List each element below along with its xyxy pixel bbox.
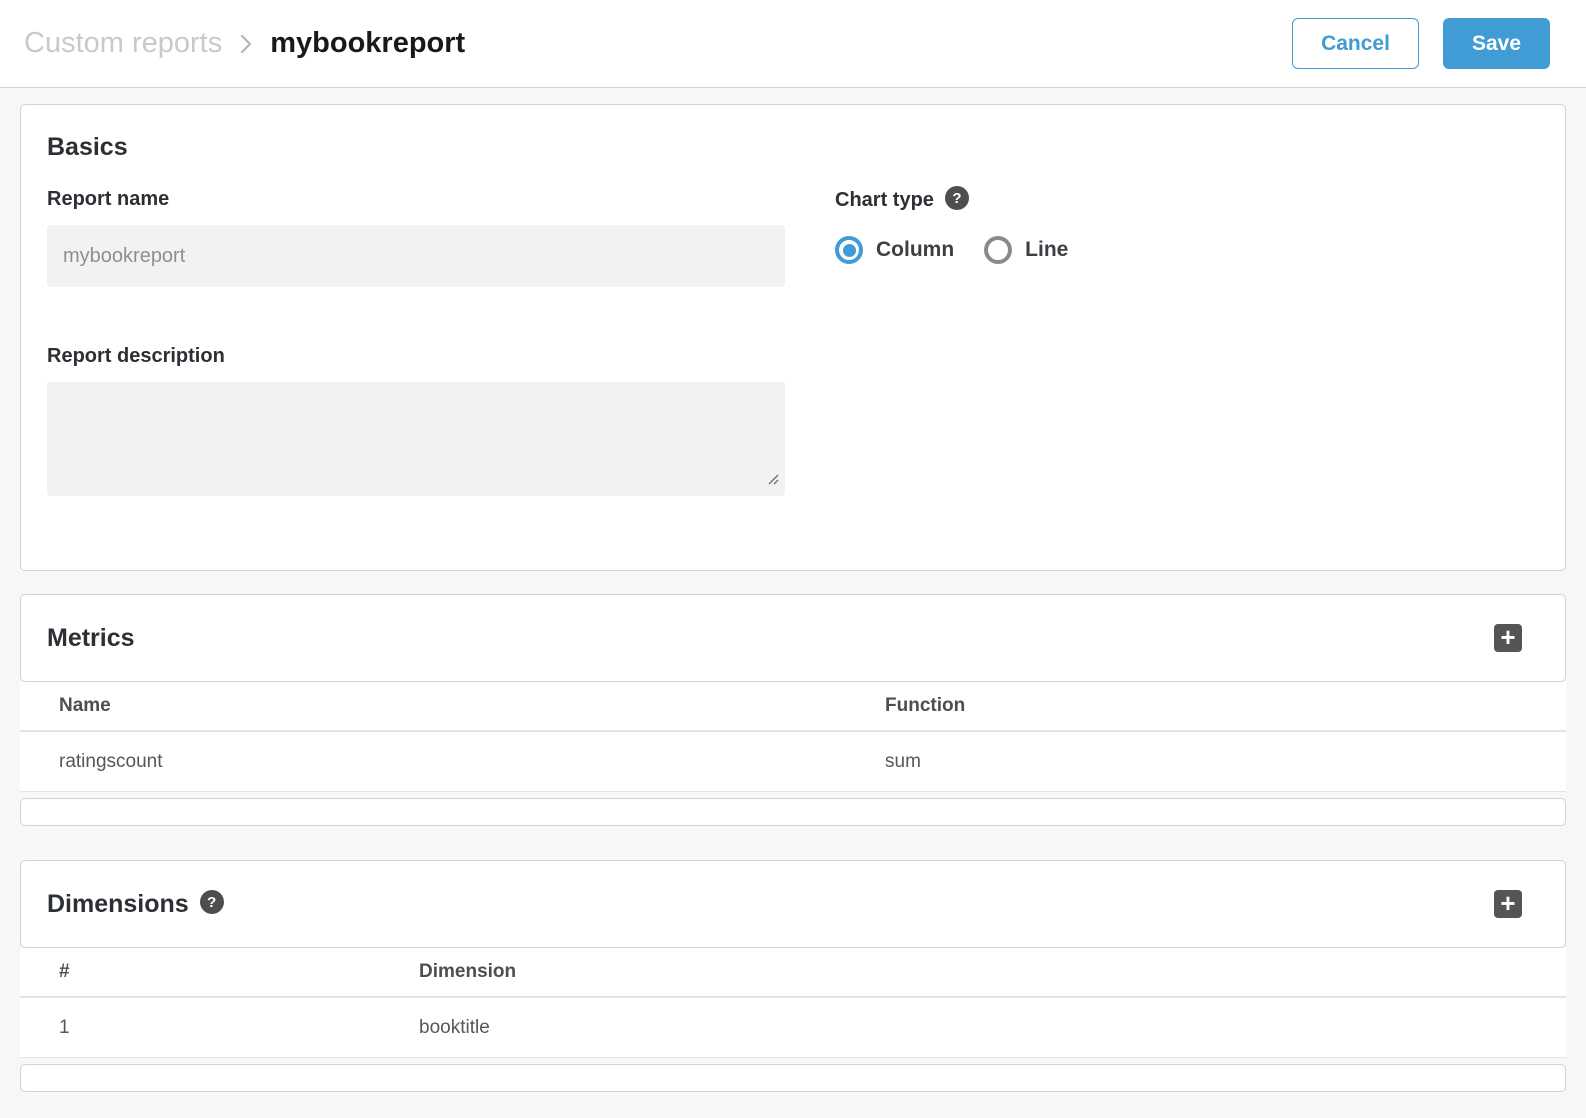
metrics-table: Name Function ratingscount sum	[20, 682, 1566, 792]
metrics-column-name-header: Name	[59, 695, 885, 717]
metrics-section-foot	[20, 798, 1566, 826]
dimension-name-cell: booktitle	[419, 1017, 1566, 1039]
metrics-title: Metrics	[47, 624, 135, 653]
metric-function-cell: sum	[885, 751, 1566, 773]
report-name-input[interactable]	[47, 225, 785, 287]
dimension-index-cell: 1	[59, 1017, 419, 1039]
dimensions-column-index-header: #	[59, 961, 419, 983]
radio-selected-icon	[835, 236, 863, 264]
add-dimension-button[interactable]: +	[1494, 890, 1522, 918]
dimensions-section-head: Dimensions ? +	[20, 860, 1566, 948]
cancel-button[interactable]: Cancel	[1292, 18, 1419, 69]
dimensions-section-foot	[20, 1064, 1566, 1092]
basics-title: Basics	[47, 133, 1539, 162]
chart-type-option-line[interactable]: Line	[984, 236, 1068, 264]
save-button[interactable]: Save	[1443, 18, 1550, 69]
topbar-actions: Cancel Save	[1292, 18, 1550, 69]
chevron-right-icon	[238, 30, 254, 58]
radio-unselected-icon	[984, 236, 1012, 264]
chart-type-label: Chart type	[835, 189, 934, 212]
dimensions-help-icon[interactable]: ?	[200, 890, 224, 914]
metric-name-cell: ratingscount	[59, 751, 885, 773]
dimensions-table-header: # Dimension	[20, 948, 1566, 998]
breadcrumb-parent-link[interactable]: Custom reports	[24, 27, 222, 60]
dimensions-section: Dimensions ? + # Dimension 1 booktitle	[20, 860, 1566, 1092]
chart-type-radio-group: Column Line	[835, 236, 1539, 264]
table-row[interactable]: 1 booktitle	[20, 998, 1566, 1058]
add-metric-button[interactable]: +	[1494, 624, 1522, 652]
chart-type-column-label: Column	[876, 238, 954, 262]
metrics-section-head: Metrics +	[20, 594, 1566, 682]
metrics-section: Metrics + Name Function ratingscount sum	[20, 594, 1566, 826]
breadcrumb: Custom reports mybookreport	[24, 27, 465, 60]
report-name-label: Report name	[47, 188, 785, 211]
chart-type-line-label: Line	[1025, 238, 1068, 262]
metrics-column-function-header: Function	[885, 695, 1566, 717]
metrics-table-header: Name Function	[20, 682, 1566, 732]
dimensions-title: Dimensions	[47, 890, 189, 919]
page-title: mybookreport	[270, 27, 465, 60]
chart-type-help-icon[interactable]: ?	[945, 186, 969, 210]
table-row[interactable]: ratingscount sum	[20, 732, 1566, 792]
dimensions-column-dimension-header: Dimension	[419, 961, 1566, 983]
dimensions-table: # Dimension 1 booktitle	[20, 948, 1566, 1058]
chart-type-option-column[interactable]: Column	[835, 236, 954, 264]
report-description-textarea[interactable]	[47, 382, 785, 496]
top-bar: Custom reports mybookreport Cancel Save	[0, 0, 1586, 88]
basics-card: Basics Report name Report description	[20, 104, 1566, 571]
report-description-label: Report description	[47, 345, 785, 368]
